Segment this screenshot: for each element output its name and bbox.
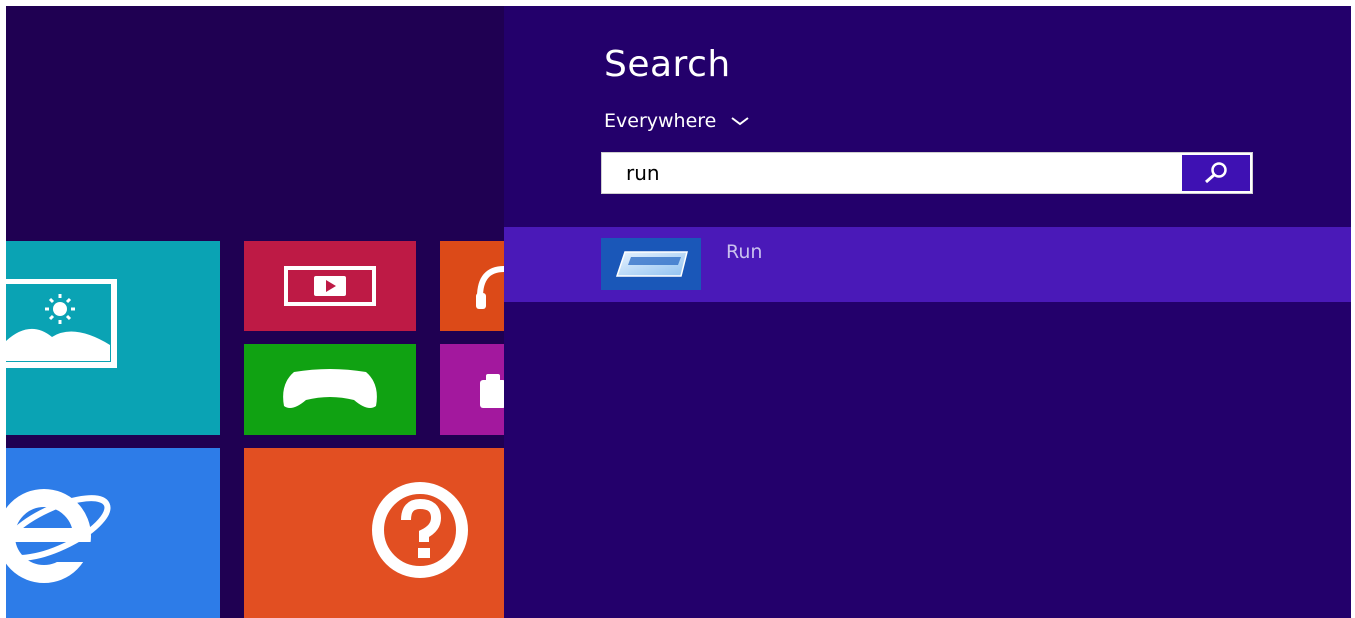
headphones-icon [476, 266, 505, 309]
search-result-run[interactable]: Run [504, 227, 1351, 302]
search-input[interactable] [602, 153, 1174, 193]
tile-video[interactable] [244, 241, 416, 331]
tile-help-tips[interactable] [244, 448, 506, 618]
tile-games[interactable] [244, 344, 416, 435]
search-scope-dropdown[interactable]: Everywhere [604, 110, 750, 132]
search-pane: Search Everywhere run Run [504, 6, 1351, 618]
chevron-down-icon [731, 117, 749, 126]
search-button[interactable] [1182, 155, 1250, 191]
video-icon [284, 266, 376, 306]
search-box [601, 152, 1253, 194]
camera-icon [480, 374, 506, 408]
search-title: Search [604, 44, 731, 85]
search-result-run-label: Run [726, 241, 763, 263]
tile-photos[interactable] [6, 241, 220, 435]
run-app-icon [601, 238, 701, 290]
internet-explorer-icon [6, 489, 111, 583]
help-question-icon [372, 482, 468, 578]
tile-music[interactable] [440, 241, 506, 331]
tile-internet-explorer[interactable] [6, 448, 220, 618]
screen: Search Everywhere run Run [6, 6, 1351, 618]
search-icon [1205, 162, 1227, 184]
start-screen [6, 6, 506, 618]
photos-icon [6, 279, 117, 368]
tile-camera[interactable] [440, 344, 506, 435]
gamepad-icon [283, 369, 377, 408]
search-scope-label: Everywhere [604, 110, 717, 132]
